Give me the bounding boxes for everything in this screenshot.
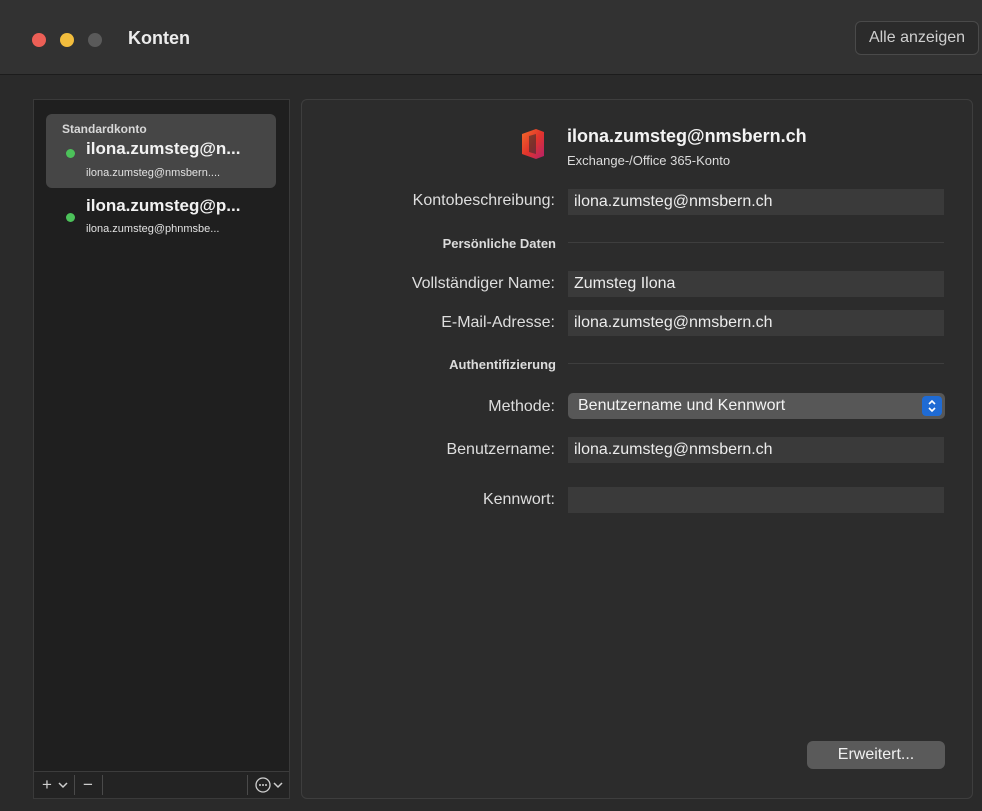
account-type-label: Exchange-/Office 365-Konto	[567, 153, 731, 168]
email-label: E-Mail-Adresse:	[441, 314, 555, 331]
remove-account-button[interactable]: −	[78, 775, 98, 795]
account-list-item-phnmsbern[interactable]: ilona.zumsteg@p... ilona.zumsteg@phnmsbe…	[46, 192, 276, 252]
fullname-field[interactable]: Zumsteg Ilona	[568, 271, 944, 297]
select-updown-chevron-icon	[922, 396, 942, 416]
section-divider	[568, 363, 944, 364]
toolbar-divider	[247, 775, 248, 795]
password-label: Kennwort:	[482, 491, 555, 508]
ellipsis-circle-icon	[255, 777, 283, 793]
show-all-button[interactable]: Alle anzeigen	[855, 21, 979, 55]
status-dot-icon	[66, 213, 75, 222]
method-label: Methode:	[488, 398, 555, 415]
title-bar: Konten Alle anzeigen	[0, 0, 982, 75]
personal-data-section-title: Persönliche Daten	[442, 236, 556, 251]
add-account-menu-chevron-icon[interactable]	[56, 775, 70, 795]
username-field[interactable]: ilona.zumsteg@nmsbern.ch	[568, 437, 944, 463]
description-field[interactable]: ilona.zumsteg@nmsbern.ch	[568, 189, 944, 215]
zoom-window-button[interactable]	[88, 33, 102, 47]
section-divider	[568, 242, 944, 243]
window-title: Konten	[128, 28, 190, 48]
minimize-window-button[interactable]	[60, 33, 74, 47]
status-dot-icon	[66, 149, 75, 158]
account-list-item-nmsbern[interactable]: Standardkonto ilona.zumsteg@n... ilona.z…	[46, 114, 276, 188]
toolbar-divider	[102, 775, 103, 795]
email-field[interactable]: ilona.zumsteg@nmsbern.ch	[568, 310, 944, 336]
account-email: ilona.zumsteg@nmsbern....	[86, 167, 221, 179]
toolbar-divider	[74, 775, 75, 795]
close-window-button[interactable]	[32, 33, 46, 47]
authentication-section-title: Authentifizierung	[449, 357, 556, 372]
account-title: ilona.zumsteg@nmsbern.ch	[567, 126, 807, 146]
account-name: ilona.zumsteg@n...	[86, 139, 241, 158]
username-label: Benutzername:	[446, 441, 555, 458]
office-365-icon	[522, 129, 544, 159]
method-select[interactable]: Benutzername und Kennwort	[568, 393, 945, 419]
method-select-value: Benutzername und Kennwort	[578, 397, 786, 414]
account-detail-panel: ilona.zumsteg@nmsbern.ch Exchange-/Offic…	[301, 99, 973, 799]
add-account-button[interactable]: +	[38, 775, 56, 795]
description-label: Kontobeschreibung:	[412, 192, 555, 209]
default-account-label: Standardkonto	[62, 122, 147, 136]
password-field[interactable]	[568, 487, 944, 513]
advanced-button[interactable]: Erweitert...	[807, 741, 945, 769]
account-email: ilona.zumsteg@phnmsbe...	[86, 223, 220, 235]
sidebar-toolbar: + −	[34, 771, 289, 798]
accounts-sidebar: Standardkonto ilona.zumsteg@n... ilona.z…	[33, 99, 290, 799]
more-options-button[interactable]	[252, 775, 288, 795]
fullname-label: Vollständiger Name:	[411, 275, 555, 292]
account-name: ilona.zumsteg@p...	[86, 196, 241, 215]
